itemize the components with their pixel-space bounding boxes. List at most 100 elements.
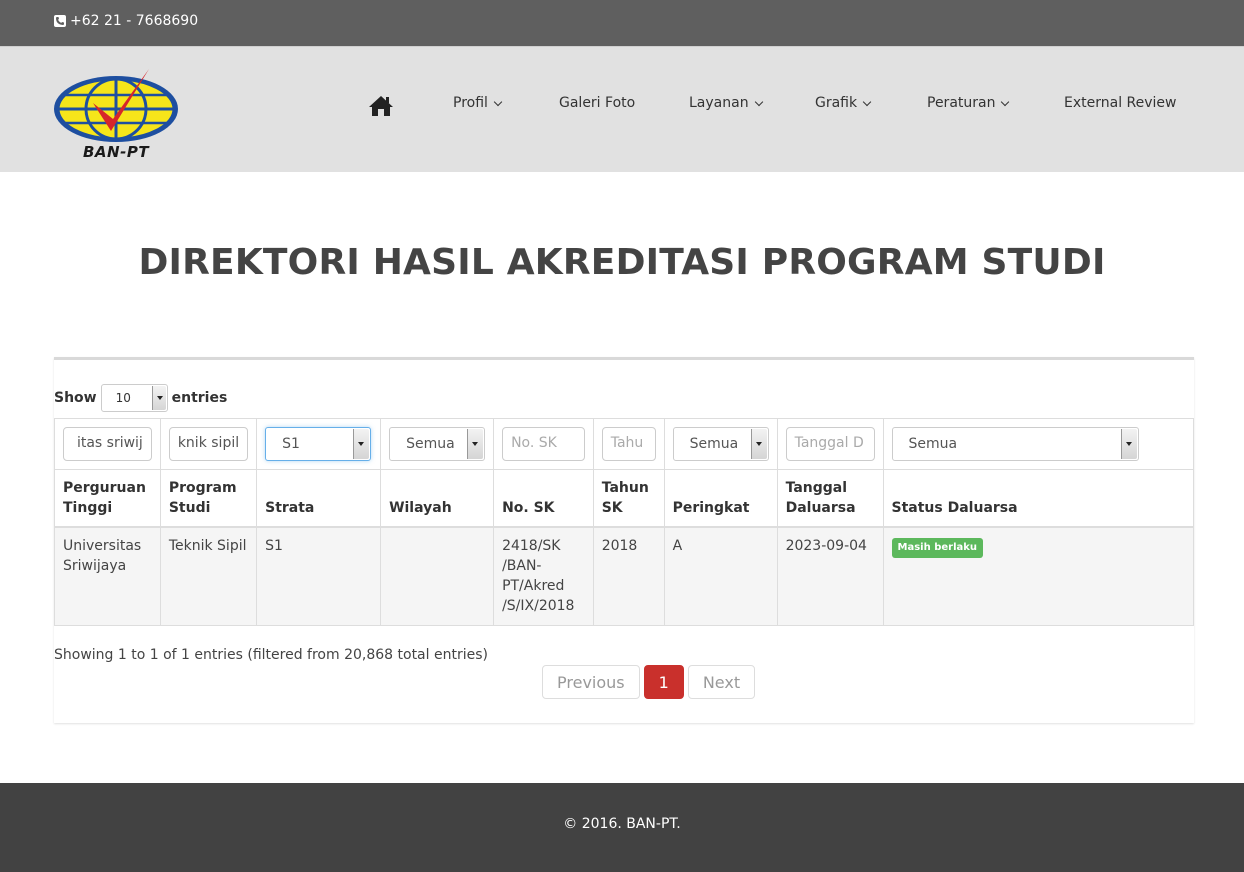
- col-tahun-sk[interactable]: Tahun SK: [592, 469, 665, 528]
- chevron-down-icon: [862, 97, 872, 106]
- no-sk-filter[interactable]: No. SK: [502, 427, 585, 461]
- phone-contact: +62 21 - 7668690: [54, 13, 198, 29]
- chevron-down-icon: [151, 386, 166, 410]
- filter-cell: knik sipil: [159, 418, 258, 470]
- strata-filter[interactable]: S1: [265, 427, 372, 461]
- col-status-daluarsa[interactable]: Status Daluarsa: [882, 469, 1195, 528]
- nav-peraturan[interactable]: Peraturan: [927, 95, 1010, 111]
- page-length-select[interactable]: 10: [100, 384, 168, 412]
- filter-cell: Semua: [663, 418, 778, 470]
- cell-perguruan-tinggi: Universitas Sriwijaya: [54, 526, 161, 626]
- col-label: Studi: [168, 500, 211, 516]
- cell-text: 2418/SK: [502, 538, 561, 554]
- chevron-down-icon: [493, 97, 503, 106]
- nav-label: Profil: [453, 95, 488, 111]
- col-label: Tahun: [601, 480, 649, 496]
- program-studi-filter[interactable]: knik sipil: [168, 427, 249, 461]
- chevron-down-icon: [1001, 97, 1010, 106]
- nav-label: External Review: [1064, 95, 1177, 111]
- cell-strata: S1: [256, 526, 382, 626]
- cell-tahun-sk: 2018: [592, 526, 665, 626]
- nav-galeri-foto[interactable]: Galeri Foto: [559, 95, 635, 111]
- status-badge: Masih berlaku: [891, 538, 984, 558]
- strata-filter-value: S1: [282, 436, 300, 452]
- filter-cell: S1: [256, 418, 382, 470]
- filter-cell: Tahu: [592, 418, 665, 470]
- nav-profil[interactable]: Profil: [453, 95, 503, 111]
- copyright-text: © 2016. BAN-PT.: [563, 816, 681, 832]
- status-daluarsa-filter[interactable]: Semua: [891, 427, 1139, 461]
- chevron-down-icon: [1120, 429, 1137, 459]
- col-wilayah[interactable]: Wilayah: [380, 469, 495, 528]
- phone-number: +62 21 - 7668690: [70, 13, 199, 29]
- page-1-button[interactable]: 1: [643, 665, 684, 699]
- directory-panel: Show 10 entries itas sriwij knik sipil S…: [54, 357, 1195, 723]
- nav-layanan[interactable]: Layanan: [689, 95, 763, 111]
- previous-button[interactable]: Previous: [542, 665, 640, 699]
- col-tanggal-daluarsa[interactable]: Tanggal Daluarsa: [776, 469, 884, 528]
- cell-text: /S/IX/2018: [502, 598, 575, 614]
- header-row: Perguruan Tinggi Program Studi Strata Wila…: [54, 469, 1195, 528]
- peringkat-filter-value: Semua: [689, 436, 739, 452]
- col-label: Program: [168, 480, 237, 496]
- col-label: Tanggal: [785, 480, 848, 496]
- nav-label: Grafik: [815, 95, 858, 111]
- site-header: BAN-PT Profil Galeri Foto Layanan Grafik…: [0, 46, 1244, 172]
- col-perguruan-tinggi[interactable]: Perguruan Tinggi: [54, 469, 161, 528]
- page-length-value: 10: [115, 391, 131, 405]
- perguruan-tinggi-filter[interactable]: itas sriwij: [63, 427, 152, 461]
- filter-cell: Semua: [882, 418, 1195, 470]
- chevron-down-icon: [353, 429, 370, 459]
- cell-text: Sriwijaya: [63, 558, 127, 574]
- home-icon[interactable]: [368, 95, 394, 121]
- nav-label: Layanan: [689, 95, 749, 111]
- phone-icon: [54, 15, 66, 27]
- top-bar: +62 21 - 7668690: [0, 0, 1244, 46]
- pagination: Previous 1 Next: [542, 665, 756, 699]
- filter-cell: No. SK: [493, 418, 594, 470]
- cell-text: Universitas: [63, 538, 142, 554]
- chevron-down-icon: [754, 97, 763, 106]
- cell-program-studi: Teknik Sipil: [159, 526, 258, 626]
- cell-peringkat: A: [663, 526, 778, 626]
- table-row: Universitas Sriwijaya Teknik Sipil S1 241…: [54, 526, 1195, 626]
- table-info: Showing 1 to 1 of 1 entries (filtered fr…: [54, 647, 488, 663]
- tanggal-daluarsa-filter[interactable]: Tanggal D: [785, 427, 875, 461]
- chevron-down-icon: [750, 429, 767, 459]
- chevron-down-icon: [467, 429, 484, 459]
- cell-tanggal-daluarsa: 2023-09-04: [776, 526, 884, 626]
- page-length-control: Show 10 entries: [54, 384, 227, 412]
- col-strata[interactable]: Strata: [256, 469, 382, 528]
- filter-row: itas sriwij knik sipil S1 Semua No. SK T…: [54, 418, 1195, 470]
- ban-pt-logo[interactable]: BAN-PT: [53, 65, 181, 165]
- col-label: SK: [601, 500, 623, 516]
- entries-label: entries: [171, 390, 228, 406]
- cell-no-sk: 2418/SK/BAN- PT/Akred/S/IX/2018: [493, 526, 594, 626]
- col-label: Tinggi: [63, 500, 113, 516]
- site-footer: © 2016. BAN-PT.: [0, 783, 1244, 872]
- cell-text: PT/Akred: [502, 578, 565, 594]
- wilayah-filter[interactable]: Semua: [389, 427, 486, 461]
- next-button[interactable]: Next: [687, 665, 756, 699]
- col-program-studi[interactable]: Program Studi: [159, 469, 258, 528]
- logo-text: BAN-PT: [83, 143, 150, 161]
- tahun-sk-filter[interactable]: Tahu: [601, 427, 656, 461]
- col-peringkat[interactable]: Peringkat: [663, 469, 778, 528]
- nav-grafik[interactable]: Grafik: [815, 95, 872, 111]
- accreditation-table: itas sriwij knik sipil S1 Semua No. SK T…: [54, 418, 1195, 626]
- page-title: DIREKTORI HASIL AKREDITASI PROGRAM STUDI: [138, 242, 1106, 283]
- col-label: Perguruan: [63, 480, 146, 496]
- nav-external-review[interactable]: External Review: [1064, 95, 1177, 111]
- filter-cell: itas sriwij: [54, 418, 161, 470]
- cell-text: /BAN-: [502, 558, 542, 574]
- filter-cell: Semua: [380, 418, 495, 470]
- nav-label: Peraturan: [927, 95, 996, 111]
- filter-cell: Tanggal D: [776, 418, 884, 470]
- cell-wilayah: [380, 526, 495, 626]
- wilayah-filter-value: Semua: [406, 436, 455, 452]
- nav-label: Galeri Foto: [559, 95, 636, 111]
- peringkat-filter[interactable]: Semua: [672, 427, 769, 461]
- status-filter-value: Semua: [908, 436, 958, 452]
- cell-status-daluarsa: Masih berlaku: [882, 526, 1195, 626]
- col-no-sk[interactable]: No. SK: [493, 469, 594, 528]
